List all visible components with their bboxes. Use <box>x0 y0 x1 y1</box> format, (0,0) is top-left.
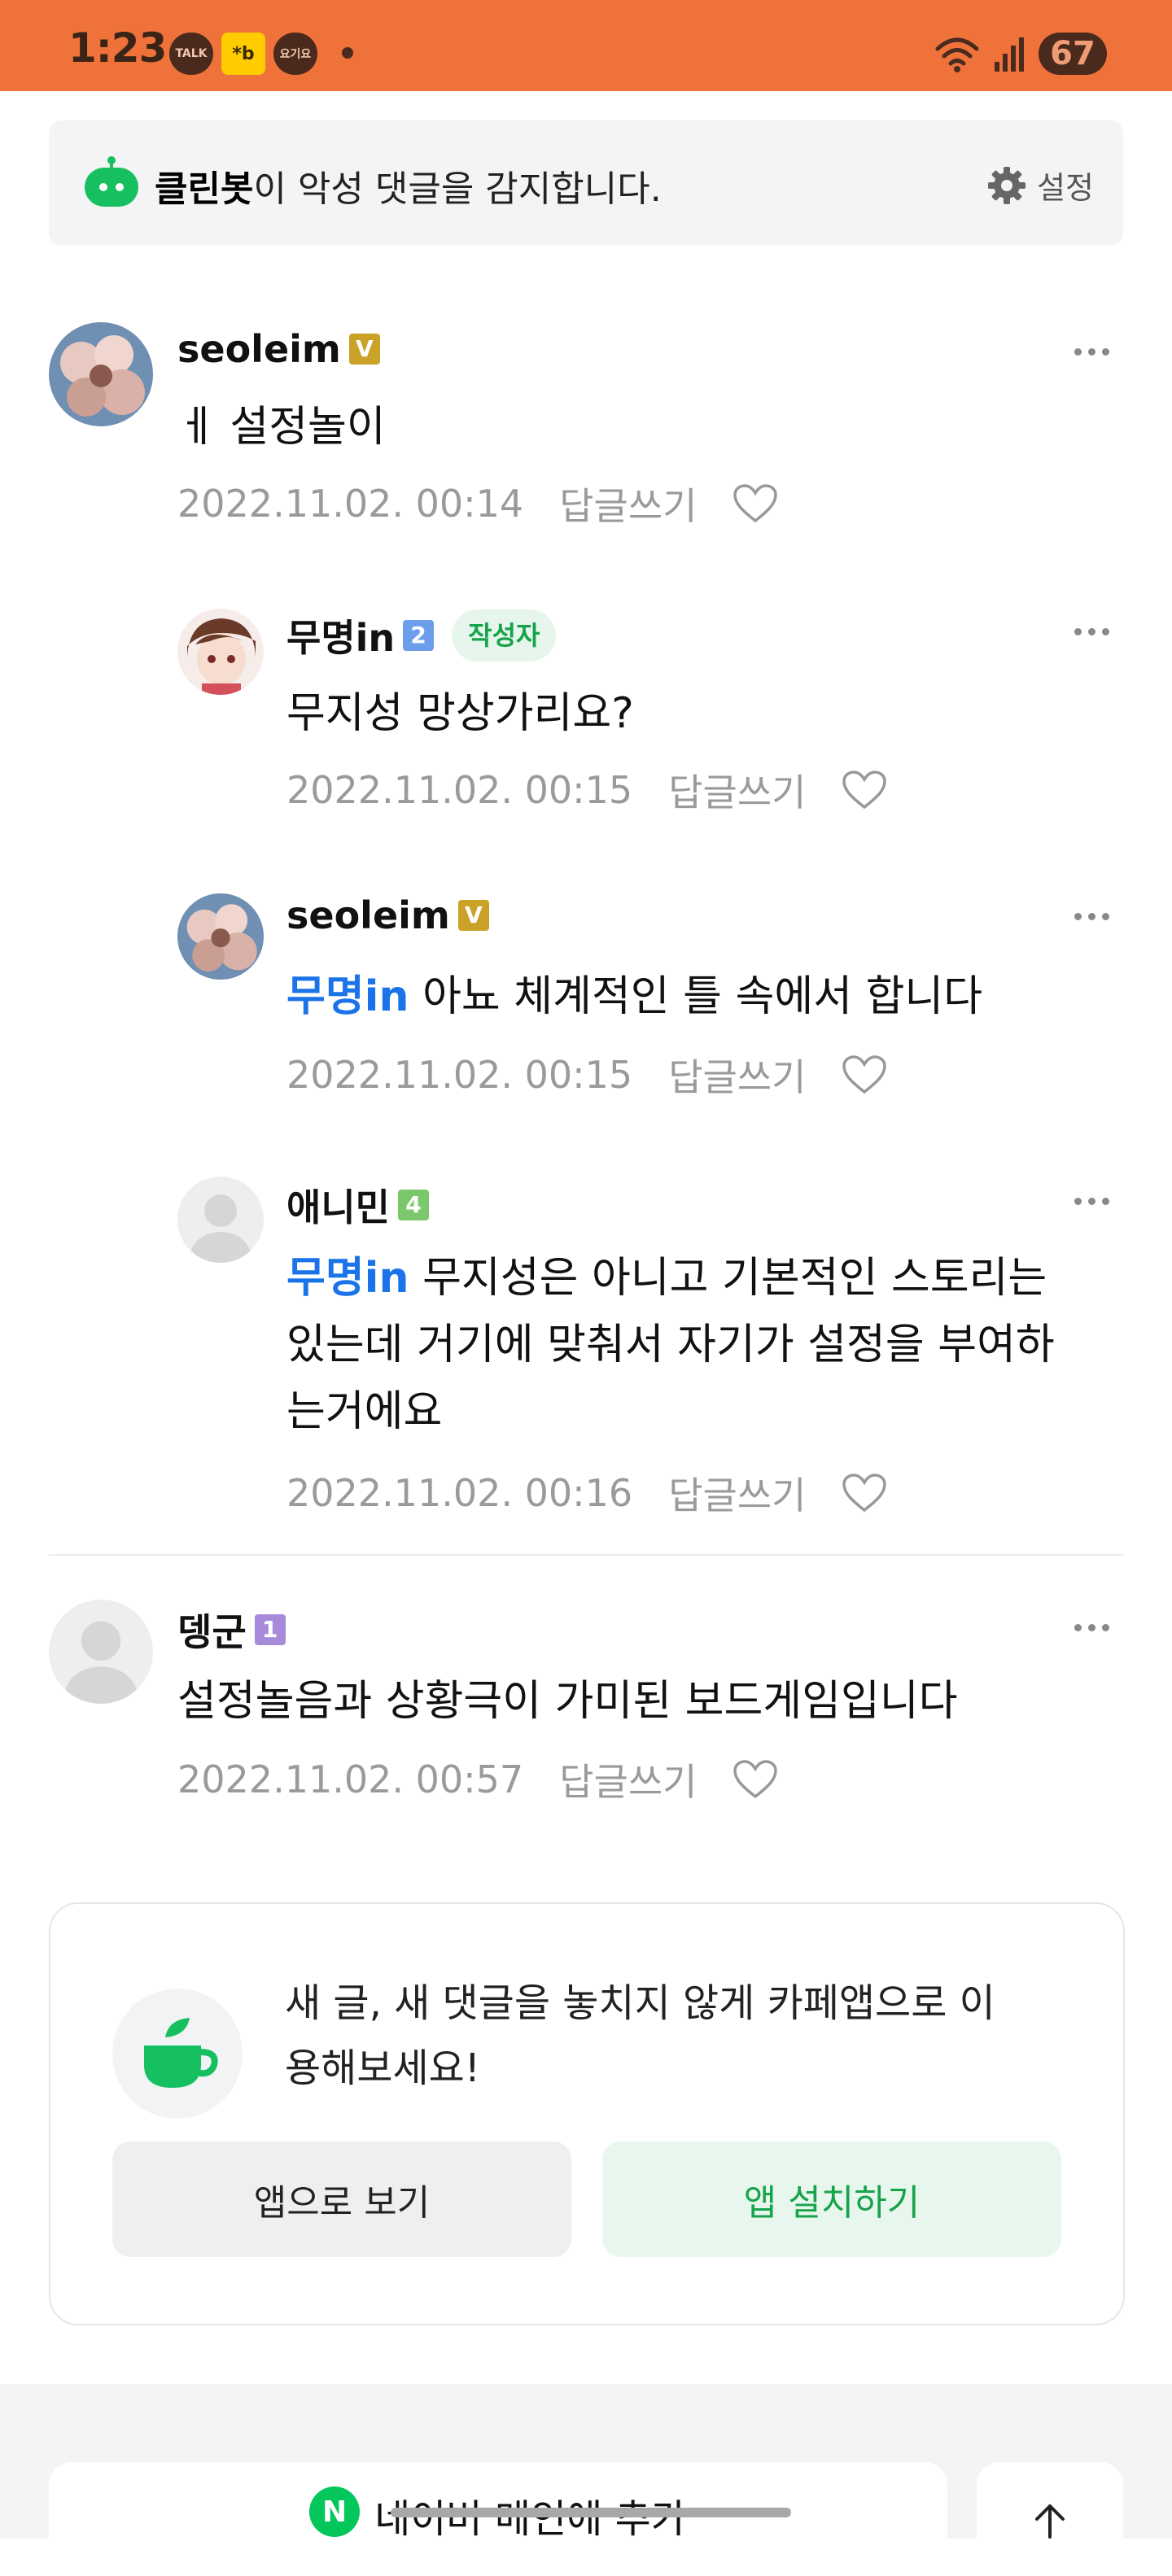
comment-text: ㅔ 설정놀이 <box>177 403 386 452</box>
reply-button[interactable]: 답글쓰기 <box>668 763 806 817</box>
promo-message: 새 글, 새 댓글을 놓치지 않게 카페앱으로 이 용해보세요! <box>285 1971 1066 2101</box>
cleanbot-message: 클린봇이 악성 댓글을 감지합니다. <box>155 159 662 212</box>
reply-button[interactable]: 답글쓰기 <box>559 1753 697 1806</box>
comment-text-line: 무지성은 아니고 기본적인 스토리는 <box>422 1254 1047 1303</box>
member-level-badge: 1 <box>254 1614 286 1645</box>
add-to-naver-main-button[interactable]: N 네이버 메인에 추가 <box>49 2462 947 2576</box>
signal-icon <box>995 37 1024 72</box>
avatar[interactable] <box>177 609 264 695</box>
more-notifications-dot-icon <box>342 47 353 59</box>
promo-message-line: 새 글, 새 댓글을 놓치지 않게 카페앱으로 이 <box>285 1980 995 2026</box>
yogiyo-notification-icon: 요기요 <box>273 33 317 75</box>
kakaotalk-notification-icon: TALK <box>169 33 213 75</box>
cleanbot-settings-button[interactable]: 설정 <box>988 163 1094 207</box>
comment-author[interactable]: seoleim V <box>177 327 380 371</box>
naver-logo-icon: N <box>309 2486 361 2537</box>
battery-icon: 67 <box>1039 33 1107 75</box>
member-level-badge: V <box>348 334 380 365</box>
author-name: 뎅군 <box>177 1610 247 1654</box>
author-name: seoleim <box>286 893 450 937</box>
cleanbot-banner: 클린봇이 악성 댓글을 감지합니다. 설정 <box>49 120 1123 246</box>
comment-text: 무명in 아뇨 체계적인 틀 속에서 합니다 <box>286 963 982 1030</box>
comment-text: 설정놀음과 상황극이 가미된 보드게임입니다 <box>177 1677 958 1726</box>
comment-date: 2022.11.02. 00:15 <box>286 1053 633 1097</box>
cafe-app-promo-card: 새 글, 새 댓글을 놓치지 않게 카페앱으로 이 용해보세요! 앱으로 보기 … <box>49 1902 1125 2325</box>
like-button[interactable] <box>732 1759 778 1800</box>
open-in-app-button[interactable]: 앱으로 보기 <box>112 2142 571 2257</box>
member-level-badge: 2 <box>403 620 435 651</box>
heart-icon <box>733 1760 778 1799</box>
status-bar: 1:23 TALK *b 요기요 67 <box>0 0 1172 91</box>
gear-icon <box>988 166 1026 204</box>
comment-author[interactable]: 애니민 4 <box>286 1178 429 1232</box>
heart-icon <box>842 1474 887 1513</box>
comment-author[interactable]: seoleim V <box>286 893 489 937</box>
cafe-app-logo-icon <box>112 1989 243 2119</box>
status-time: 1:23 <box>68 24 167 72</box>
avatar[interactable] <box>49 1600 153 1704</box>
avatar[interactable] <box>177 1177 264 1263</box>
comment-date: 2022.11.02. 00:16 <box>286 1471 633 1515</box>
author-name: 무명in <box>286 616 396 660</box>
reply-button[interactable]: 답글쓰기 <box>559 477 697 530</box>
comment-text: 무명in 무지성은 아니고 기본적인 스토리는 있는데 거기에 맞춰서 자기가 … <box>286 1245 1055 1445</box>
anime-avatar-image <box>177 609 264 695</box>
mention-link[interactable]: 무명in <box>286 972 409 1021</box>
heart-icon <box>842 771 887 810</box>
blossom-avatar-image <box>49 322 153 426</box>
comment-date: 2022.11.02. 00:14 <box>177 482 524 526</box>
default-avatar-icon <box>177 1177 264 1263</box>
wifi-icon <box>935 37 979 72</box>
cleanbot-settings-label: 설정 <box>1037 170 1094 206</box>
avatar[interactable] <box>177 893 264 980</box>
kb-notification-icon: *b <box>221 33 265 75</box>
comment-author[interactable]: 무명in 2 작성자 <box>286 609 557 662</box>
like-button[interactable] <box>842 770 887 810</box>
cleanbot-icon <box>85 156 138 207</box>
member-level-badge: 4 <box>397 1190 429 1220</box>
comment-text-line: 있는데 거기에 맞춰서 자기가 설정을 부여하 <box>286 1321 1055 1369</box>
author-name: 애니민 <box>286 1185 390 1229</box>
cleanbot-name: 클린봇 <box>155 168 254 210</box>
like-button[interactable] <box>842 1054 887 1095</box>
reply-button[interactable]: 답글쓰기 <box>668 1048 806 1102</box>
home-indicator[interactable] <box>391 2508 791 2517</box>
more-options-button[interactable] <box>1074 913 1109 920</box>
member-level-badge: V <box>457 900 489 931</box>
scroll-to-top-button[interactable] <box>977 2462 1123 2576</box>
comment-date: 2022.11.02. 00:15 <box>286 768 633 812</box>
more-options-button[interactable] <box>1074 348 1109 356</box>
more-options-button[interactable] <box>1074 1624 1109 1631</box>
heart-icon <box>842 1055 887 1094</box>
comment-date: 2022.11.02. 00:57 <box>177 1757 524 1801</box>
comment-text-line: 는거에요 <box>286 1387 443 1436</box>
like-button[interactable] <box>732 483 778 524</box>
author-badge: 작성자 <box>452 609 557 661</box>
author-name: seoleim <box>177 327 341 371</box>
avatar[interactable] <box>49 322 153 426</box>
mention-link[interactable]: 무명in <box>286 1254 409 1303</box>
blossom-avatar-image <box>177 893 264 980</box>
install-app-button[interactable]: 앱 설치하기 <box>602 2142 1061 2257</box>
cleanbot-message-text: 이 악성 댓글을 감지합니다. <box>253 168 662 210</box>
heart-icon <box>733 484 778 523</box>
promo-message-line: 용해보세요! <box>285 2046 481 2091</box>
comment-divider <box>49 1554 1123 1556</box>
more-options-button[interactable] <box>1074 1198 1109 1205</box>
comment-author[interactable]: 뎅군 1 <box>177 1603 286 1657</box>
more-options-button[interactable] <box>1074 628 1109 635</box>
reply-button[interactable]: 답글쓰기 <box>668 1466 806 1520</box>
like-button[interactable] <box>842 1473 887 1513</box>
comment-text: 무지성 망상가리요? <box>286 689 634 738</box>
default-avatar-icon <box>49 1600 153 1704</box>
arrow-up-icon <box>1035 2504 1065 2539</box>
comment-text-content: 아뇨 체계적인 틀 속에서 합니다 <box>422 972 983 1021</box>
